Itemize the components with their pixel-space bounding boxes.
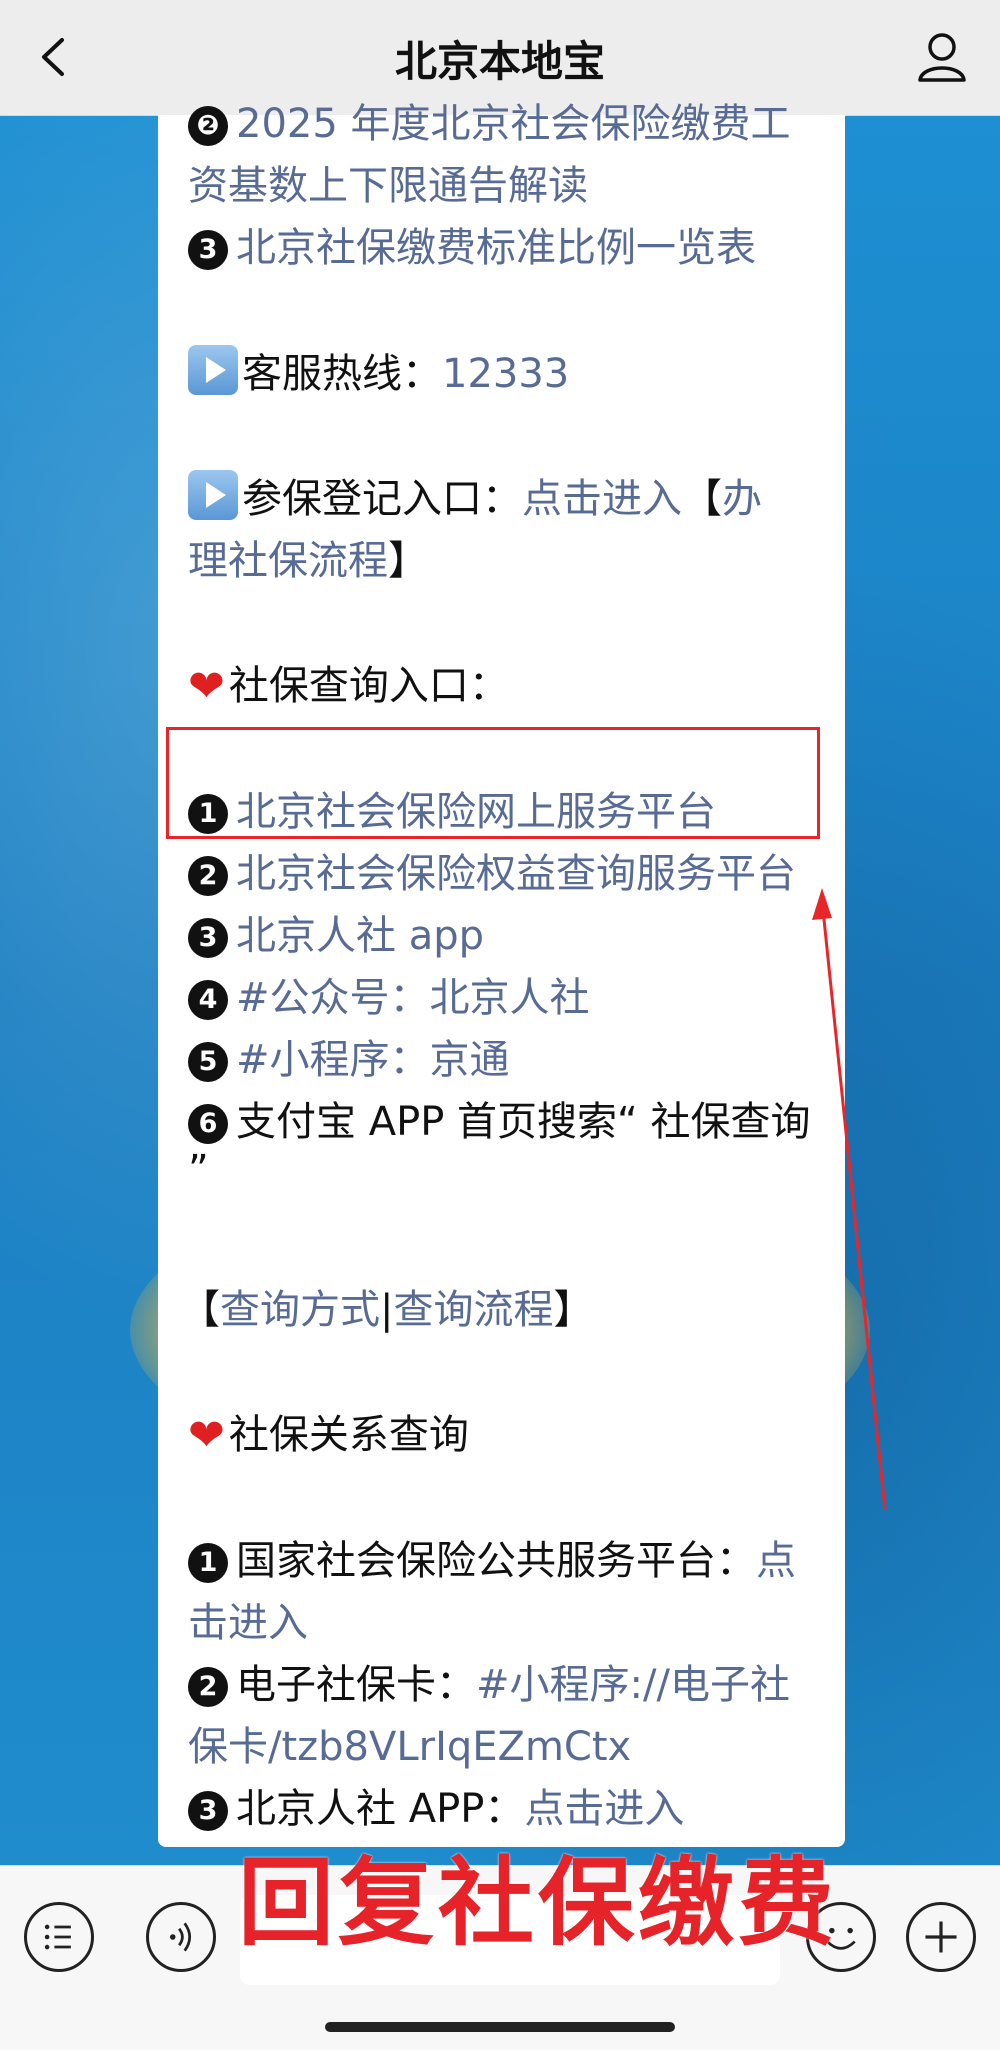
hashtag-label[interactable]: #公众号：	[236, 975, 430, 1021]
page-title: 北京本地宝	[394, 37, 605, 86]
query-link[interactable]: 北京人社 app	[236, 913, 484, 959]
number-badge: 5	[188, 1042, 228, 1082]
separator: |	[380, 1287, 394, 1333]
plus-icon[interactable]	[906, 1902, 976, 1972]
article-link[interactable]: 北京社保缴费标准比例一览表	[236, 225, 756, 271]
enter-link[interactable]: 点	[756, 1538, 796, 1584]
hotline-row: 客服热线：12333	[188, 343, 848, 405]
query-link[interactable]: 京通	[430, 1037, 510, 1083]
enter-link[interactable]: 点击进入	[524, 1786, 684, 1832]
section-heading: ❤ 社保查询入口：	[188, 655, 848, 718]
list-item-label: 电子社保卡：	[236, 1662, 476, 1708]
bracket: 】	[388, 538, 428, 584]
heart-icon: ❤	[188, 661, 225, 712]
register-row: 参保登记入口：点击进入【办	[188, 468, 848, 530]
list-item: 5 #小程序：京通	[188, 1029, 848, 1091]
number-badge: ❷	[188, 106, 228, 146]
person-icon[interactable]	[912, 26, 972, 86]
list-item: 3 北京社保缴费标准比例一览表	[188, 217, 848, 279]
list-item: 3 北京人社 app	[188, 905, 848, 967]
register-link[interactable]: 点击进入	[522, 476, 682, 522]
section-heading-text: 社保关系查询	[228, 1412, 469, 1458]
heart-icon: ❤	[188, 1410, 225, 1461]
highlight-box	[166, 727, 820, 839]
enter-link-continued[interactable]: 击进入	[188, 1592, 848, 1654]
list-item: 1 国家社会保险公共服务平台：点	[188, 1530, 848, 1592]
list-item: 2 北京社会保险权益查询服务平台	[188, 843, 848, 905]
number-badge: 1	[188, 1543, 228, 1583]
query-methods-row: 【查询方式|查询流程】	[180, 1279, 840, 1341]
bracket: 【	[180, 1287, 220, 1333]
miniprogram-link[interactable]: #小程序://电子社	[476, 1662, 790, 1708]
number-badge: 4	[188, 980, 228, 1020]
annotation-arrow	[812, 888, 887, 1511]
section-heading-text: 社保查询入口：	[228, 663, 509, 709]
process-link[interactable]: 理社保流程	[188, 538, 388, 584]
hotline-number[interactable]: 12333	[442, 351, 569, 397]
list-item-label: 国家社会保险公共服务平台：	[236, 1538, 756, 1584]
article-link[interactable]: 2025 年度北京社会保险缴费工	[236, 101, 791, 147]
register-label: 参保登记入口：	[242, 476, 522, 522]
number-badge: 2	[188, 1667, 228, 1707]
voice-icon[interactable]	[146, 1902, 216, 1972]
play-icon	[188, 470, 238, 520]
query-method-link[interactable]: 查询方式	[220, 1287, 380, 1333]
query-link[interactable]: 北京人社	[430, 975, 590, 1021]
hashtag-label[interactable]: #小程序：	[236, 1037, 430, 1083]
number-badge: 3	[188, 918, 228, 958]
list-item-text-continued: ”	[188, 1147, 209, 1193]
number-badge: 3	[188, 1791, 228, 1831]
section-heading: ❤ 社保关系查询	[188, 1404, 848, 1467]
message-card: ❷ 2025 年度北京社会保险缴费工 资基数上下限通告解读 3 北京社保缴费标准比例…	[158, 101, 848, 1847]
query-link[interactable]: 北京社会保险权益查询服务平台	[236, 851, 796, 897]
list-item: 3 北京人社 APP：点击进入	[188, 1778, 848, 1840]
list-item: 4 #公众号：北京人社	[188, 967, 848, 1029]
register-row-continued: 理社保流程】	[188, 530, 848, 592]
list-icon[interactable]	[24, 1902, 94, 1972]
list-item: 2 电子社保卡：#小程序://电子社	[188, 1654, 848, 1716]
miniprogram-link-continued[interactable]: 保卡/tzb8VLrIqEZmCtx	[188, 1716, 848, 1778]
promo-overlay-text: 回复社保缴费	[238, 1847, 838, 1959]
process-link[interactable]: 办	[722, 476, 762, 522]
number-badge: 3	[188, 230, 228, 270]
list-item: ❷ 2025 年度北京社会保险缴费工	[188, 93, 848, 155]
hotline-label: 客服热线：	[242, 351, 442, 397]
play-icon	[188, 345, 238, 395]
number-badge: 6	[188, 1104, 228, 1144]
number-badge: 2	[188, 856, 228, 896]
article-link-continued[interactable]: 资基数上下限通告解读	[188, 155, 848, 217]
home-indicator	[325, 2022, 675, 2032]
query-process-link[interactable]: 查询流程	[393, 1287, 553, 1333]
bracket: 【	[682, 476, 722, 522]
bracket: 】	[553, 1287, 594, 1333]
list-item-label: 北京人社 APP：	[236, 1786, 525, 1832]
